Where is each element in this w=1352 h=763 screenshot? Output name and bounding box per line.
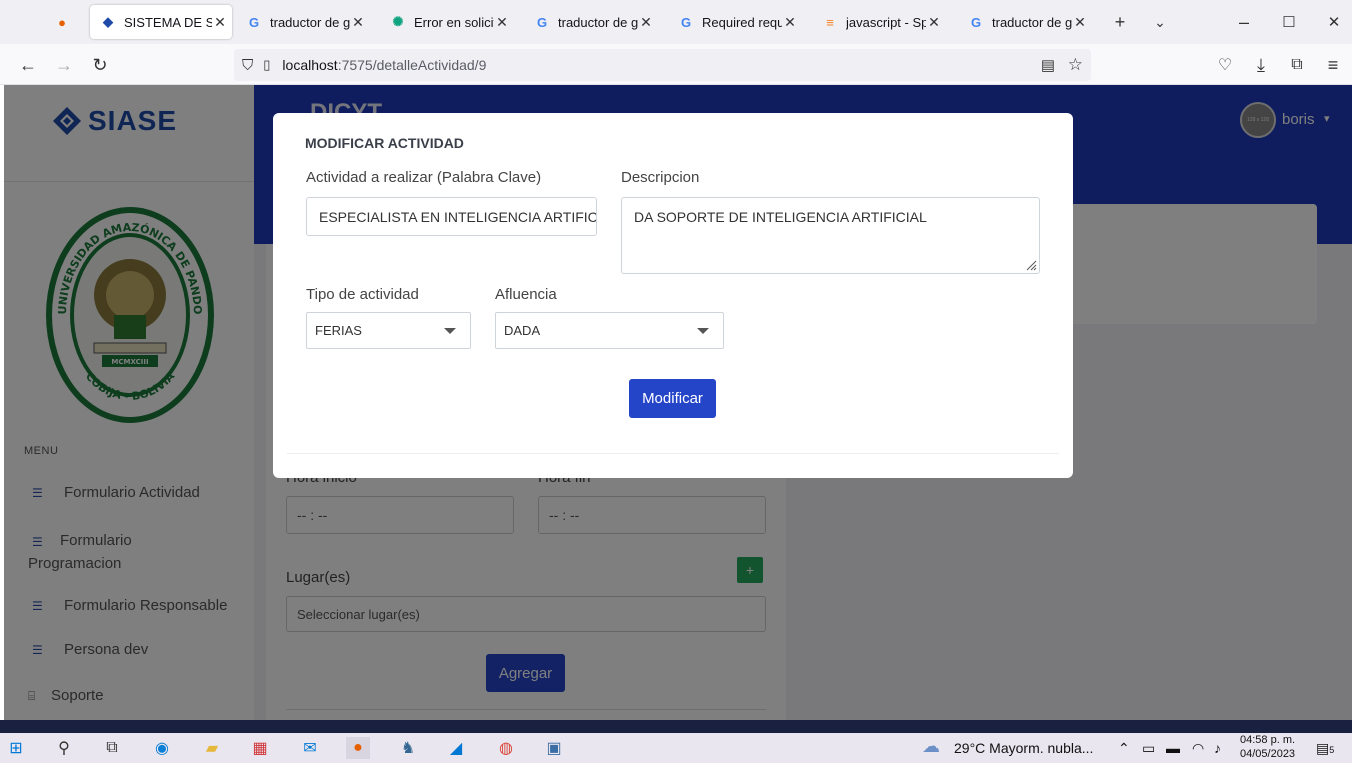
- descripcion-label: Descripcion: [621, 169, 700, 186]
- dropdown-caret-icon: [697, 328, 709, 334]
- chrome-icon[interactable]: ◍: [494, 737, 518, 759]
- tab-traductor-3[interactable]: G traductor de goo ✕: [958, 5, 1092, 39]
- afluencia-label: Afluencia: [495, 286, 557, 303]
- reload-icon[interactable]: ↻: [85, 50, 115, 80]
- url-bar[interactable]: ⛉ ▯ localhost:7575/detalleActividad/9 ▤ …: [234, 49, 1091, 81]
- file-explorer-icon[interactable]: ▰: [200, 737, 224, 759]
- descripcion-textarea[interactable]: DA SOPORTE DE INTELIGENCIA ARTIFICIAL: [621, 197, 1040, 274]
- actividad-value: ESPECIALISTA EN INTELIGENCIA ARTIFICIAL: [319, 208, 597, 225]
- edge-icon[interactable]: ◉: [150, 737, 174, 759]
- actividad-label: Actividad a realizar (Palabra Clave): [306, 169, 542, 186]
- google-icon: G: [248, 14, 260, 30]
- tab-traductor-2[interactable]: G traductor de goo ✕: [524, 5, 658, 39]
- openai-icon: ✺: [392, 14, 404, 29]
- close-icon[interactable]: ✕: [782, 14, 798, 31]
- modificar-actividad-modal: MODIFICAR ACTIVIDAD Actividad a realizar…: [273, 113, 1073, 478]
- bookmark-star-icon[interactable]: ☆: [1068, 55, 1083, 75]
- close-icon[interactable]: ✕: [1072, 14, 1088, 31]
- tab-javascript-spring[interactable]: ≡ javascript - Sprin ✕: [812, 5, 946, 39]
- download-icon[interactable]: ⤓: [1246, 50, 1276, 80]
- tipo-actividad-value: FERIAS: [315, 323, 362, 338]
- divider: [287, 453, 1059, 454]
- tab-title: traductor de goo: [270, 14, 350, 30]
- tab-title: traductor de goo: [992, 14, 1072, 30]
- google-icon: G: [680, 14, 692, 30]
- tipo-actividad-select[interactable]: FERIAS: [306, 312, 471, 349]
- vscode-icon[interactable]: ◢: [444, 737, 468, 759]
- window-close-icon[interactable]: ✕: [1320, 8, 1348, 36]
- volume-icon[interactable]: ♪: [1214, 740, 1221, 756]
- close-icon[interactable]: ✕: [494, 14, 510, 31]
- tab-bar: ● ◆ SISTEMA DE SEG ✕ G traductor de goo …: [0, 0, 1352, 44]
- firefox-icon: ●: [58, 14, 66, 30]
- tab-firefox-view[interactable]: ●: [44, 5, 86, 39]
- siase-favicon: ◆: [103, 14, 113, 29]
- actividad-input[interactable]: ESPECIALISTA EN INTELIGENCIA ARTIFICIAL: [306, 197, 597, 236]
- tab-sistema[interactable]: ◆ SISTEMA DE SEG ✕: [90, 5, 232, 39]
- close-icon[interactable]: ✕: [638, 14, 654, 31]
- close-icon[interactable]: ✕: [350, 14, 366, 31]
- tab-title: javascript - Sprin: [846, 14, 926, 30]
- new-tab-icon[interactable]: +: [1106, 8, 1134, 36]
- page-info-icon[interactable]: ▯: [263, 57, 270, 73]
- afluencia-select[interactable]: DADA: [495, 312, 724, 349]
- tab-title: Required request: [702, 14, 782, 30]
- descripcion-value: DA SOPORTE DE INTELIGENCIA ARTIFICIAL: [634, 209, 927, 225]
- resize-grip-icon[interactable]: [1025, 259, 1037, 271]
- url-path: :7575/detalleActividad/9: [337, 57, 487, 73]
- tab-traductor-1[interactable]: G traductor de goo ✕: [236, 5, 370, 39]
- google-icon: G: [970, 14, 982, 30]
- windows-start-icon[interactable]: ⊞: [4, 737, 28, 759]
- search-icon[interactable]: ⚲: [52, 737, 76, 759]
- notifications-icon[interactable]: ▤5: [1316, 740, 1334, 757]
- firefox-taskbar-icon[interactable]: ●: [346, 737, 370, 759]
- modificar-button[interactable]: Modificar: [629, 379, 716, 418]
- maximize-icon[interactable]: ☐: [1275, 8, 1303, 36]
- battery-icon[interactable]: ▬: [1166, 740, 1180, 756]
- pgadmin-icon[interactable]: ♞: [396, 737, 420, 759]
- app-icon[interactable]: ▣: [542, 737, 566, 759]
- clock-time: 04:58 p. m.: [1240, 734, 1296, 746]
- url-host: localhost: [282, 57, 338, 73]
- reader-view-icon[interactable]: ▤: [1041, 56, 1055, 74]
- afluencia-value: DADA: [504, 323, 541, 338]
- mail-icon[interactable]: ✉: [298, 737, 322, 759]
- extensions-icon[interactable]: ⧉: [1282, 50, 1312, 80]
- wifi-icon[interactable]: ◠: [1192, 740, 1204, 757]
- chevron-up-icon[interactable]: ⌃: [1118, 740, 1130, 757]
- google-icon: G: [536, 14, 548, 30]
- task-view-icon[interactable]: ⧉: [100, 737, 124, 759]
- pocket-icon[interactable]: ♡: [1210, 50, 1240, 80]
- navigation-bar: ← → ↻ ⛉ ▯ localhost:7575/detalleActivida…: [0, 44, 1352, 85]
- tab-title: traductor de goo: [558, 14, 638, 30]
- system-clock[interactable]: 04:58 p. m. 04/05/2023: [1240, 733, 1295, 761]
- shield-icon[interactable]: ⛉: [242, 57, 253, 74]
- forward-arrow-icon[interactable]: →: [49, 50, 79, 80]
- dropdown-caret-icon: [444, 328, 456, 334]
- stackoverflow-icon: ≡: [826, 14, 834, 30]
- desktop-strip: [0, 720, 1352, 733]
- tab-error-solicitud[interactable]: ✺ Error en solicitud ✕: [380, 5, 514, 39]
- close-icon[interactable]: ✕: [926, 14, 942, 31]
- weather-text[interactable]: 29°C Mayorm. nubla...: [954, 740, 1093, 756]
- close-icon[interactable]: ✕: [212, 14, 228, 31]
- tab-title: SISTEMA DE SEG: [124, 14, 212, 30]
- meet-icon[interactable]: ▭: [1142, 740, 1155, 757]
- tab-title: Error en solicitud: [414, 14, 494, 30]
- list-tabs-chevron-icon[interactable]: ⌄: [1146, 8, 1174, 36]
- modal-title: MODIFICAR ACTIVIDAD: [305, 135, 464, 151]
- notification-count: 5: [1329, 745, 1335, 755]
- minimize-icon[interactable]: –: [1230, 8, 1258, 36]
- tab-required-request[interactable]: G Required request ✕: [668, 5, 802, 39]
- menu-hamburger-icon[interactable]: ≡: [1318, 50, 1348, 80]
- back-arrow-icon[interactable]: ←: [13, 50, 43, 80]
- clock-date: 04/05/2023: [1240, 748, 1296, 760]
- weather-icon[interactable]: ☁: [922, 736, 940, 757]
- store-icon[interactable]: ▦: [248, 737, 272, 759]
- tipo-actividad-label: Tipo de actividad: [306, 286, 419, 303]
